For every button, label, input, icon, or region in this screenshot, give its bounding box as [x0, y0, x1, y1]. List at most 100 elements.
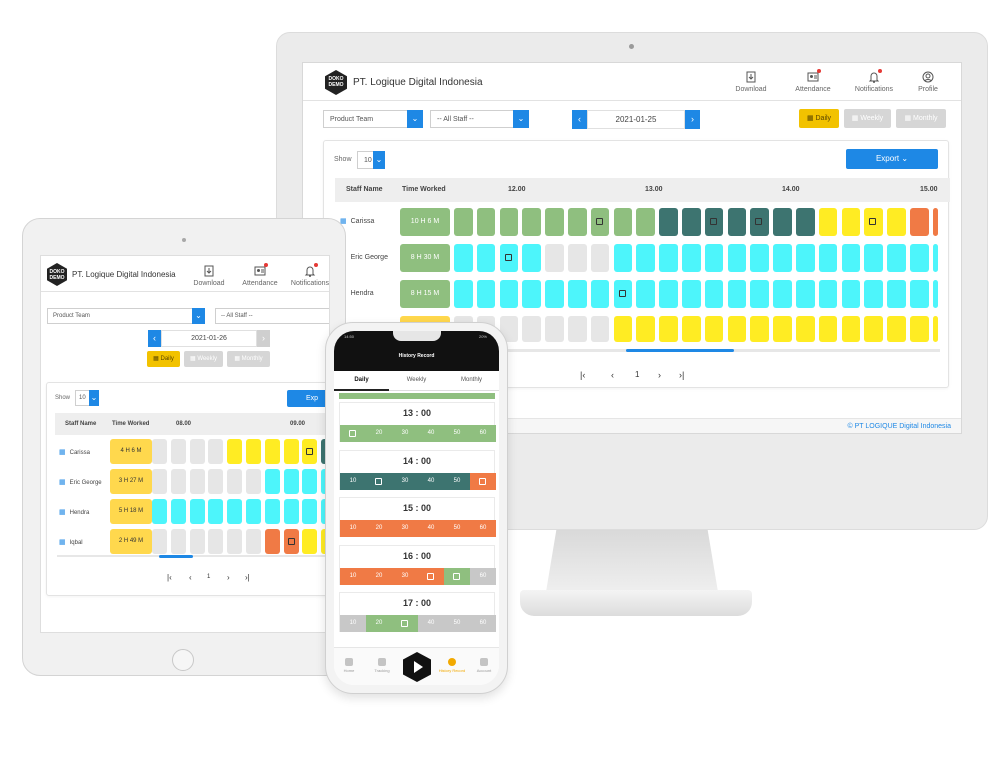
- minute-cell[interactable]: [470, 472, 496, 490]
- minute-cell[interactable]: 30: [392, 472, 418, 490]
- time-cell: [189, 469, 205, 494]
- page-size-select[interactable]: 10 ⌄: [75, 390, 99, 406]
- edit-check-icon: [349, 430, 356, 437]
- prev-page-icon[interactable]: ‹: [611, 370, 614, 380]
- export-button[interactable]: Exp: [287, 390, 329, 407]
- hour-label: 09.00: [290, 421, 306, 427]
- weekly-button[interactable]: ▦ Weekly: [184, 351, 223, 367]
- minute-cell[interactable]: [392, 615, 418, 632]
- nav-notifications[interactable]: Notifications: [851, 69, 897, 93]
- time-cell: [773, 316, 792, 342]
- time-cell: [152, 499, 167, 524]
- minute-cell[interactable]: 10: [340, 520, 366, 537]
- prev-date-button[interactable]: ‹: [572, 110, 587, 129]
- hour-label: 15.00: [920, 186, 938, 193]
- minute-cell[interactable]: 60: [470, 567, 496, 585]
- minute-cell[interactable]: 30: [392, 425, 418, 442]
- minute-cell[interactable]: 10: [340, 472, 366, 490]
- next-page-icon[interactable]: ›: [227, 573, 230, 582]
- last-page-icon[interactable]: ›|: [679, 370, 684, 380]
- weekly-button[interactable]: ▦ Weekly: [844, 109, 891, 128]
- tab-monthly[interactable]: Monthly: [444, 377, 499, 383]
- staff-name-text: Carissa: [350, 218, 375, 225]
- nav-tracking[interactable]: Tracking: [367, 658, 397, 673]
- tablet-camera: [182, 238, 186, 242]
- last-page-icon[interactable]: ›|: [245, 573, 250, 582]
- play-button[interactable]: [403, 652, 431, 682]
- minute-cell[interactable]: 40: [418, 615, 444, 632]
- calendar-icon: ▦: [234, 356, 242, 362]
- first-page-icon[interactable]: |‹: [580, 370, 585, 380]
- horizontal-scrollbar[interactable]: [626, 349, 734, 352]
- minute-cell[interactable]: 50: [444, 615, 470, 632]
- time-cell: [841, 280, 861, 308]
- grid-header: Staff Name Time Worked 08.00 09.00: [55, 413, 329, 435]
- tab-daily[interactable]: Daily: [334, 377, 389, 383]
- minute-cell[interactable]: [418, 567, 444, 585]
- staff-icon: ▦: [59, 449, 66, 456]
- staff-select[interactable]: -- All Staff -- ⌄: [430, 110, 529, 128]
- time-cell: [152, 529, 167, 554]
- minute-cell[interactable]: 50: [444, 520, 470, 537]
- nav-download[interactable]: Download: [728, 71, 774, 93]
- minute-cell[interactable]: 20: [366, 567, 392, 585]
- nav-attendance[interactable]: Attendance: [237, 263, 283, 287]
- minute-cell[interactable]: 40: [418, 520, 444, 537]
- show-label: Show: [55, 395, 71, 401]
- time-cell: [932, 244, 938, 272]
- first-page-icon[interactable]: |‹: [167, 573, 172, 582]
- page-size-select[interactable]: 10 ⌄: [357, 151, 385, 169]
- nav-history-record[interactable]: History Record: [437, 658, 467, 673]
- daily-button[interactable]: ▦ Daily: [147, 351, 180, 367]
- prev-date-button[interactable]: ‹: [148, 330, 161, 347]
- minute-cell[interactable]: 50: [444, 425, 470, 442]
- minute-cell[interactable]: 20: [366, 520, 392, 537]
- minute-cell[interactable]: 10: [340, 615, 366, 632]
- minute-cell[interactable]: 40: [418, 472, 444, 490]
- time-cell: [841, 244, 861, 272]
- edit-check-icon: [869, 218, 877, 225]
- minute-cell[interactable]: [340, 425, 366, 442]
- time-cell: [613, 280, 633, 308]
- nav-attendance[interactable]: Attendance: [790, 69, 836, 93]
- daily-button[interactable]: ▦ Daily: [799, 109, 839, 128]
- minute-cell[interactable]: 50: [444, 472, 470, 490]
- time-cell: [727, 316, 747, 342]
- nav-home[interactable]: Home: [334, 658, 364, 673]
- tab-weekly[interactable]: Weekly: [389, 377, 444, 383]
- minute-cell[interactable]: 60: [470, 615, 496, 632]
- horizontal-scrollbar[interactable]: [159, 555, 193, 558]
- minute-cell[interactable]: 60: [470, 520, 496, 537]
- minute-cell[interactable]: 60: [470, 425, 496, 442]
- nav-download[interactable]: Download: [186, 265, 232, 287]
- account-icon: [480, 658, 488, 666]
- minute-cell[interactable]: 20: [366, 615, 392, 632]
- minute-cell[interactable]: [366, 472, 392, 490]
- minute-cell[interactable]: 30: [392, 567, 418, 585]
- export-button[interactable]: Export ⌄: [846, 149, 938, 169]
- company-name: PT. Logique Digital Indonesia: [353, 77, 483, 88]
- prev-page-icon[interactable]: ‹: [189, 573, 192, 582]
- minute-cell[interactable]: 40: [418, 425, 444, 442]
- col-time-worked: Time Worked: [402, 186, 446, 193]
- minute-cell[interactable]: 10: [340, 567, 366, 585]
- minute-cell[interactable]: 20: [366, 425, 392, 442]
- edit-check-icon: [709, 218, 717, 225]
- horizontal-scroll-track[interactable]: [57, 555, 329, 557]
- nav-notifications[interactable]: Notifications: [287, 263, 329, 287]
- nav-account[interactable]: Account: [469, 658, 499, 673]
- monthly-button[interactable]: ▦ Monthly: [896, 109, 946, 128]
- monthly-button[interactable]: ▦ Monthly: [227, 351, 270, 367]
- nav-profile[interactable]: Profile: [905, 71, 951, 93]
- team-select[interactable]: Product Team ⌄: [323, 110, 423, 128]
- next-date-button[interactable]: ›: [685, 110, 700, 129]
- logo: DOKO DEMO: [325, 70, 347, 95]
- minute-cell[interactable]: [444, 567, 470, 585]
- staff-name: ▦Eric George: [59, 478, 102, 486]
- staff-select[interactable]: -- All Staff --: [215, 308, 329, 324]
- next-page-icon[interactable]: ›: [658, 370, 661, 380]
- next-date-button[interactable]: ›: [257, 330, 270, 347]
- minute-cell[interactable]: 30: [392, 520, 418, 537]
- team-select[interactable]: Product Team ⌄: [47, 308, 205, 324]
- edit-check-icon: [618, 290, 626, 297]
